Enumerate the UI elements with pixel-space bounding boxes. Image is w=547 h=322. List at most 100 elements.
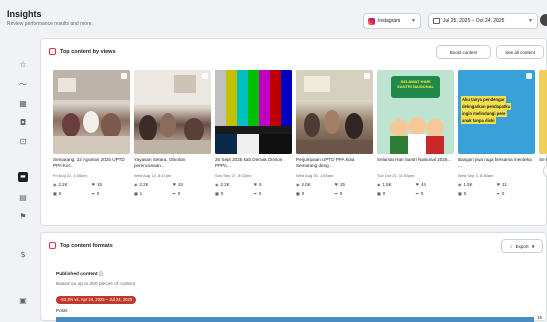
comment-icon: ■ [215,191,219,196]
post-thumbnail[interactable]: SELAMAT HARI SANTRI NASIONAL [377,70,454,154]
heart-icon: ♥ [496,182,501,187]
heart-icon: ♥ [253,182,258,187]
thumbnail-text-lines: Aku tanya pendengar dekngarkan pendapatk… [461,96,533,124]
post-caption: Bangun jiwa raga bersama merdeka ... [458,157,532,168]
post-card[interactable]: Semarang, 22 Agustus 2025 UPTD PPA Kot..… [53,70,130,220]
post-card[interactable]: 25 Sept 2025 kab Demak Dinsos PPPA... Su… [215,70,292,220]
post-card[interactable]: SELAMAT HARI SANTRI NASIONAL Selamat Har… [377,70,454,220]
likes-value: 44 [421,182,426,187]
share-icon: ➦ [415,191,419,196]
cart-icon[interactable]: ⊡ [18,137,28,147]
date-range-label: Jul 25, 2025 – Oct 24, 2025 [443,18,505,24]
eye-icon: ◉ [296,182,300,187]
post-date: Wed Sep 3, 8:36am [458,173,494,178]
export-button[interactable]: ⇩ Export ▼ [501,239,543,253]
published-content-label: Published content ⓘ [56,271,103,277]
graph-icon[interactable]: 〜 [18,80,28,90]
carousel-icon [364,73,370,79]
eye-icon: ◉ [215,182,219,187]
eye-icon: ◉ [53,182,57,187]
shares-value: 0 [258,191,262,196]
likes-value: 5 [259,182,262,187]
carousel-icon [526,73,532,79]
page-subtitle: Review performance results and more. [7,21,93,27]
heart-icon: ♥ [172,182,177,187]
dollar-icon[interactable]: $ [18,250,28,260]
shares-value: 0 [501,191,505,196]
platform-selector[interactable]: Instagram ▼ [363,13,421,29]
top-content-title-text: Top content by views [60,48,116,55]
star-icon[interactable]: ☆ [18,60,28,70]
boost-content-button[interactable]: Boost content [436,45,491,59]
chevron-down-icon: ▼ [531,243,535,249]
views-value: 1.5K [463,182,473,187]
post-card[interactable]: Aku tanya pendengar dekngarkan pendapatk… [458,70,535,220]
post-date: Tue Oct 21, 11:53pm [377,173,415,178]
posts-format-value: 16 [537,315,542,320]
post-thumbnail[interactable] [539,70,547,154]
avatar[interactable] [540,14,547,26]
heart-icon: ♥ [91,182,96,187]
post-stats: ◉ 1.5K ♥ 44 ■ 0 ➦ 0 [377,182,454,196]
post-stats: ◉ 2.0K ♥ 25 ■ 0 ➦ 0 [296,182,373,196]
post-caption: Semarang, 22 Agustus 2025 UPTD PPA Kot..… [53,157,125,168]
info-icon[interactable]: ⓘ [99,271,103,276]
content-icon[interactable]: ▬ [18,172,28,182]
instagram-icon [368,17,375,25]
thumbnail-line: Aku tanya pendengar [461,96,506,103]
document-icon[interactable]: ▣ [18,296,28,306]
post-date: Fri Aug 22, 1:45am [53,173,87,178]
flag-icon[interactable]: ⚑ [18,212,28,222]
posts-format-label: Posts [56,308,68,313]
post-stats: ◉ 1.5K ♥ 11 ■ 0 ➦ 0 [458,182,535,196]
see-all-content-button[interactable]: See all content [496,45,544,59]
published-content-text: Published content [56,272,98,277]
post-card[interactable]: Se Ke... [539,70,547,220]
heart-icon: ♥ [334,182,339,187]
comments-value: 0 [58,191,62,196]
grid-icon[interactable]: ▦ [18,99,28,109]
views-value: 1.5K [382,182,392,187]
share-icon: ➦ [91,191,95,196]
post-thumbnail[interactable] [296,70,373,154]
table-icon[interactable]: ▤ [18,193,28,203]
comment-icon: ■ [53,191,57,196]
comparison-badge: -83.3% vs. Apr 24, 2025 – Jul 24, 2025 [56,296,137,304]
export-label: Export [515,243,529,249]
platform-label: Instagram [378,18,401,24]
post-date: Wed Aug 13, 8:47pm [134,173,172,178]
eye-icon: ◉ [458,182,462,187]
views-value: 2.2K [58,182,68,187]
eye-icon: ◉ [134,182,138,187]
thumbnail-line: dekngarkan pendapatku [461,103,512,110]
share-icon: ➦ [334,191,338,196]
likes-value: 11 [502,182,507,187]
post-card[interactable]: Yayasan Setara, Obrolan perencanaan... W… [134,70,211,220]
comments-value: 1 [139,191,143,196]
likes-value: 24 [178,182,183,187]
top-formats-title-text: Top content formats [60,242,113,249]
post-thumbnail[interactable] [215,70,292,154]
photo-thumbnail [53,70,130,154]
shares-value: 0 [339,191,343,196]
post-card[interactable]: Perjumpaan UPTD PPA kota Semarang deng..… [296,70,373,220]
chat-icon[interactable]: ◘ [18,118,28,128]
likes-value: 15 [97,182,102,187]
chevron-down-icon: ▼ [411,18,416,24]
post-thumbnail[interactable] [134,70,211,154]
date-range-selector[interactable]: Jul 25, 2025 – Oct 24, 2025 ▼ [428,13,538,29]
color-bars-thumbnail [215,70,292,154]
post-thumbnail[interactable] [53,70,130,154]
chevron-down-icon: ▼ [528,18,533,24]
posts-carousel: Semarang, 22 Agustus 2025 UPTD PPA Kot..… [53,70,547,220]
top-content-title: Top content by views [49,48,116,55]
comments-value: 0 [220,191,224,196]
based-on-note: Based on up to 200 pieces of content [56,282,136,287]
page-title: Insights [7,9,42,19]
posts-format-bar [56,317,534,322]
post-thumbnail[interactable]: Aku tanya pendengar dekngarkan pendapatk… [458,70,535,154]
post-caption: 25 Sept 2025 kab Demak Dinsos PPPA... [215,157,283,168]
photo-thumbnail [134,70,211,154]
likes-value: 25 [340,182,345,187]
sidebar: ☆ 〜 ▦ ◘ ⊡ ▬ ▤ ⚑ $ ▣ [0,38,40,321]
